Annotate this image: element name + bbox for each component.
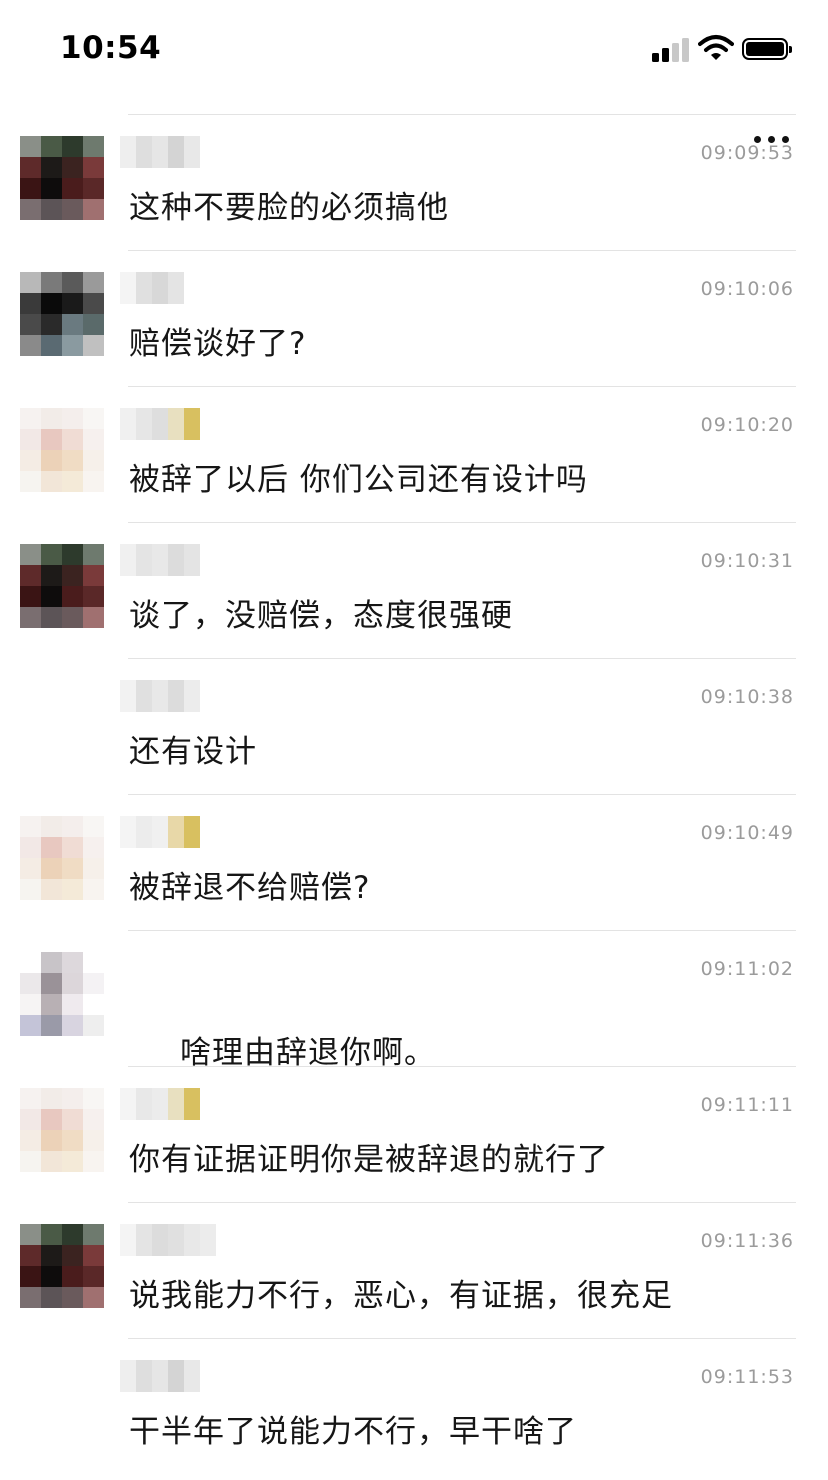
sender-name-blurred — [120, 1088, 200, 1120]
message-divider — [128, 658, 796, 659]
chat-message[interactable]: 09:10:06 赔偿谈好了? — [0, 250, 828, 386]
message-text: 这种不要脸的必须搞他 — [129, 190, 449, 226]
chat-message[interactable]: 09:10:49 被辞退不给赔偿? — [0, 794, 828, 930]
message-timestamp: 09:11:02 — [700, 958, 794, 980]
message-timestamp: 09:10:49 — [700, 822, 794, 844]
message-timestamp: 09:11:11 — [700, 1094, 794, 1116]
message-divider — [128, 930, 796, 931]
sender-name-blurred — [120, 272, 184, 304]
battery-icon — [742, 38, 792, 60]
avatar[interactable] — [20, 1088, 104, 1172]
chat-message[interactable]: 09:11:11 你有证据证明你是被辞退的就行了 — [0, 1066, 828, 1202]
avatar[interactable] — [20, 816, 104, 900]
chat-message[interactable]: 09:09:53 这种不要脸的必须搞他 — [0, 114, 828, 250]
message-timestamp: 09:11:36 — [700, 1230, 794, 1252]
message-divider — [128, 1338, 796, 1339]
status-time: 10:54 — [60, 30, 162, 66]
chat-message[interactable]: 09:11:36 说我能力不行，恶心，有证据，很充足 — [0, 1202, 828, 1338]
avatar[interactable] — [20, 544, 104, 628]
avatar[interactable] — [20, 408, 104, 492]
avatar[interactable] — [20, 1224, 104, 1308]
sender-name-blurred — [120, 136, 200, 168]
sender-name-blurred — [120, 1224, 216, 1256]
message-divider — [128, 250, 796, 251]
message-text: 被辞了以后 你们公司还有设计吗 — [129, 462, 588, 498]
sender-name-blurred — [120, 680, 200, 712]
message-divider — [128, 1066, 796, 1067]
sender-name-blurred — [120, 1360, 200, 1392]
message-divider — [128, 794, 796, 795]
message-divider — [128, 1202, 796, 1203]
avatar[interactable] — [20, 272, 104, 356]
message-timestamp: 09:10:20 — [700, 414, 794, 436]
sender-name-blurred — [120, 408, 200, 440]
message-text: 干半年了说能力不行，早干啥了 — [129, 1414, 577, 1450]
message-timestamp: 09:11:53 — [700, 1366, 794, 1388]
message-text: 赔偿谈好了? — [129, 326, 307, 362]
message-timestamp: 09:10:06 — [700, 278, 794, 300]
message-text: 你有证据证明你是被辞退的就行了 — [129, 1142, 609, 1178]
message-text: 还有设计 — [129, 734, 257, 770]
message-timestamp: 09:10:38 — [700, 686, 794, 708]
message-text: 谈了，没赔偿，态度很强硬 — [129, 598, 513, 634]
status-bar: 10:54 — [0, 0, 828, 100]
chat-message[interactable]: 09:10:20 被辞了以后 你们公司还有设计吗 — [0, 386, 828, 522]
chat-message[interactable]: 09:11:53 干半年了说能力不行，早干啥了 — [0, 1338, 828, 1474]
avatar[interactable] — [20, 952, 104, 1036]
cellular-signal-icon — [652, 38, 690, 62]
message-divider — [128, 386, 796, 387]
chat-message[interactable]: 09:11:02 啥理由辞退你啊。 — [0, 930, 828, 1071]
sender-name-blurred — [120, 816, 200, 848]
wifi-icon — [698, 35, 734, 60]
avatar[interactable] — [20, 136, 104, 220]
message-timestamp: 09:10:31 — [700, 550, 794, 572]
chat-message[interactable]: 09:10:31 谈了，没赔偿，态度很强硬 — [0, 522, 828, 658]
message-timestamp: 09:09:53 — [700, 142, 794, 164]
sender-name-blurred — [120, 544, 200, 576]
message-divider — [128, 114, 796, 115]
message-text: 说我能力不行，恶心，有证据，很充足 — [129, 1278, 673, 1314]
message-text: 被辞退不给赔偿? — [129, 870, 371, 906]
message-divider — [128, 522, 796, 523]
chat-message[interactable]: 09:10:38 还有设计 — [0, 658, 828, 794]
